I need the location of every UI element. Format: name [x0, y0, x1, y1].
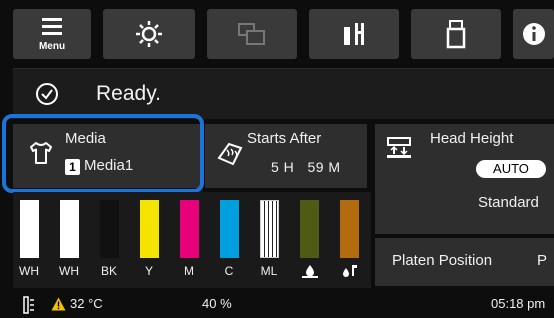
waste-ink-icon	[302, 265, 318, 278]
ink-label-wh-2: WH	[59, 264, 79, 278]
ink-button[interactable]	[309, 9, 399, 59]
menu-label: Menu	[39, 41, 65, 52]
ink-levels-panel[interactable]: WH WH BK Y M C ML	[13, 192, 371, 288]
ink-bar-m	[180, 200, 199, 258]
auto-badge: AUTO	[476, 160, 546, 178]
head-height-title: Head Height	[430, 130, 514, 147]
ink-bar-y	[140, 200, 159, 258]
ink-label-m: M	[184, 264, 194, 278]
ink-bar-wh-1	[20, 200, 39, 258]
ink-bar-wh-2	[60, 200, 79, 258]
ink-bar-bk	[100, 200, 119, 258]
platen-position-value: P	[537, 252, 548, 269]
warning-icon	[51, 297, 66, 311]
humidity-value: 40 %	[202, 296, 232, 311]
head-height-panel[interactable]: Head Height AUTO Standard	[375, 124, 554, 234]
menu-button[interactable]: Menu	[13, 9, 91, 59]
environment-bar: 32 °C 40 % 05:18 pm	[13, 290, 554, 318]
cleaning-icon	[343, 265, 357, 277]
platen-position-panel[interactable]: Platen Position P	[375, 238, 554, 286]
platen-position-label: Platen Position	[392, 252, 493, 269]
usb-button[interactable]	[411, 9, 501, 59]
menu-icon: Menu	[39, 18, 65, 52]
status-text: Ready.	[96, 82, 161, 105]
ink-label-y: Y	[144, 264, 153, 278]
heater-icon	[217, 142, 243, 166]
ink-label-c: C	[224, 264, 234, 278]
ink-bar-cleaning	[340, 200, 359, 258]
ink-icon	[344, 23, 364, 45]
starts-after-time: 5 H 59 M	[271, 159, 341, 175]
maintenance-icon	[136, 21, 162, 47]
screen-switch-button[interactable]	[207, 9, 297, 59]
info-icon	[522, 23, 545, 45]
info-button[interactable]	[513, 9, 554, 59]
head-height-value: Standard	[478, 194, 539, 211]
starts-after-panel[interactable]: Starts After 5 H 59 M	[205, 124, 367, 188]
ink-bar-waste	[300, 200, 319, 258]
tank-level-icon	[23, 296, 34, 314]
clock: 05:18 pm	[491, 296, 546, 311]
status-bar: Ready.	[13, 68, 554, 119]
printer-control-screen: Menu Ready. Media 1 Media1 Starts After …	[0, 0, 554, 318]
screen-switch-icon	[238, 23, 265, 45]
toolbar: Menu	[13, 9, 554, 59]
maintenance-button[interactable]	[103, 9, 195, 59]
temperature-value: 32 °C	[70, 296, 103, 311]
media-selection-highlight	[2, 114, 204, 193]
check-circle-icon	[36, 83, 58, 105]
ink-label-ml: ML	[260, 264, 278, 278]
ink-bar-c	[220, 200, 239, 258]
head-height-icon	[387, 137, 411, 158]
usb-icon	[446, 20, 466, 49]
ink-label-wh-1: WH	[19, 264, 39, 278]
starts-after-title: Starts After	[247, 130, 322, 147]
ink-bar-ml	[260, 200, 279, 258]
ink-label-bk: BK	[100, 264, 117, 278]
